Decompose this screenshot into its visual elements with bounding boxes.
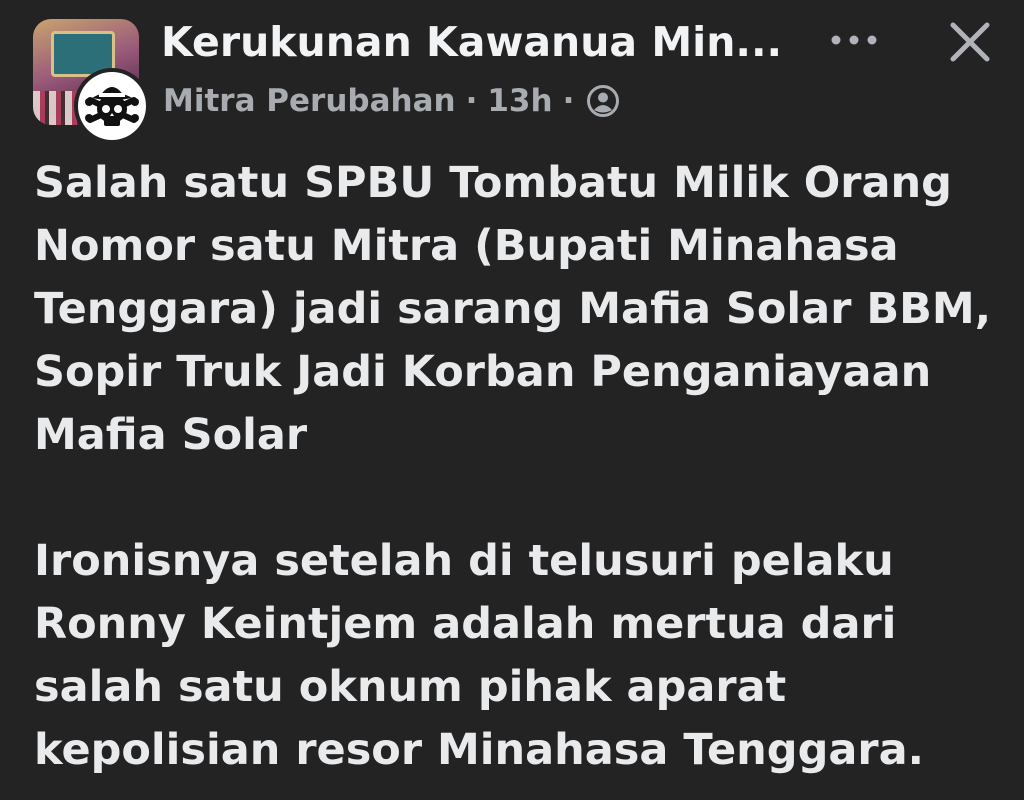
- post-line: salah satu oknum pihak aparat: [34, 662, 787, 712]
- close-icon: [950, 22, 990, 62]
- post-line: kepolisian resor Minahasa Tenggara.: [34, 725, 924, 775]
- meta-separator: ·: [465, 83, 478, 119]
- post-detail: Kerukunan Kawanua Min... Mitra Perubahan…: [0, 0, 1024, 800]
- author-name[interactable]: Mitra Perubahan: [163, 83, 456, 119]
- post-line: Mafia Solar: [34, 410, 308, 460]
- post-line: Nomor satu Mitra (Bupati Minahasa: [34, 221, 899, 271]
- friends-audience-icon[interactable]: [586, 84, 620, 118]
- group-name[interactable]: Kerukunan Kawanua Min...: [161, 14, 782, 70]
- post-line: Salah satu SPBU Tombatu Milik Orang: [34, 158, 952, 208]
- author-avatar[interactable]: [78, 72, 146, 140]
- post-paragraph: Salah satu SPBU Tombatu Milik Orang Nomo…: [34, 152, 994, 467]
- post-line: Sopir Truk Jadi Korban Penganiayaan: [34, 347, 932, 397]
- post-line: Tenggara) jadi sarang Mafia Solar BBM,: [34, 284, 992, 334]
- post-meta: Mitra Perubahan · 13h ·: [163, 79, 620, 123]
- close-button[interactable]: [940, 14, 1000, 70]
- jolly-roger-icon: [85, 87, 139, 126]
- post-line: Ronny Keintjem adalah mertua dari: [34, 599, 897, 649]
- post-body: Salah satu SPBU Tombatu Milik Orang Nomo…: [34, 152, 994, 782]
- post-time[interactable]: 13h: [487, 83, 552, 119]
- meta-separator: ·: [562, 83, 575, 119]
- more-options-button[interactable]: [824, 18, 884, 62]
- more-options-icon: [831, 35, 877, 45]
- post-line: Ironisnya setelah di telusuri pelaku: [34, 536, 894, 586]
- post-paragraph: Ironisnya setelah di telusuri pelaku Ron…: [34, 530, 994, 782]
- group-avatar-stage: [51, 31, 115, 77]
